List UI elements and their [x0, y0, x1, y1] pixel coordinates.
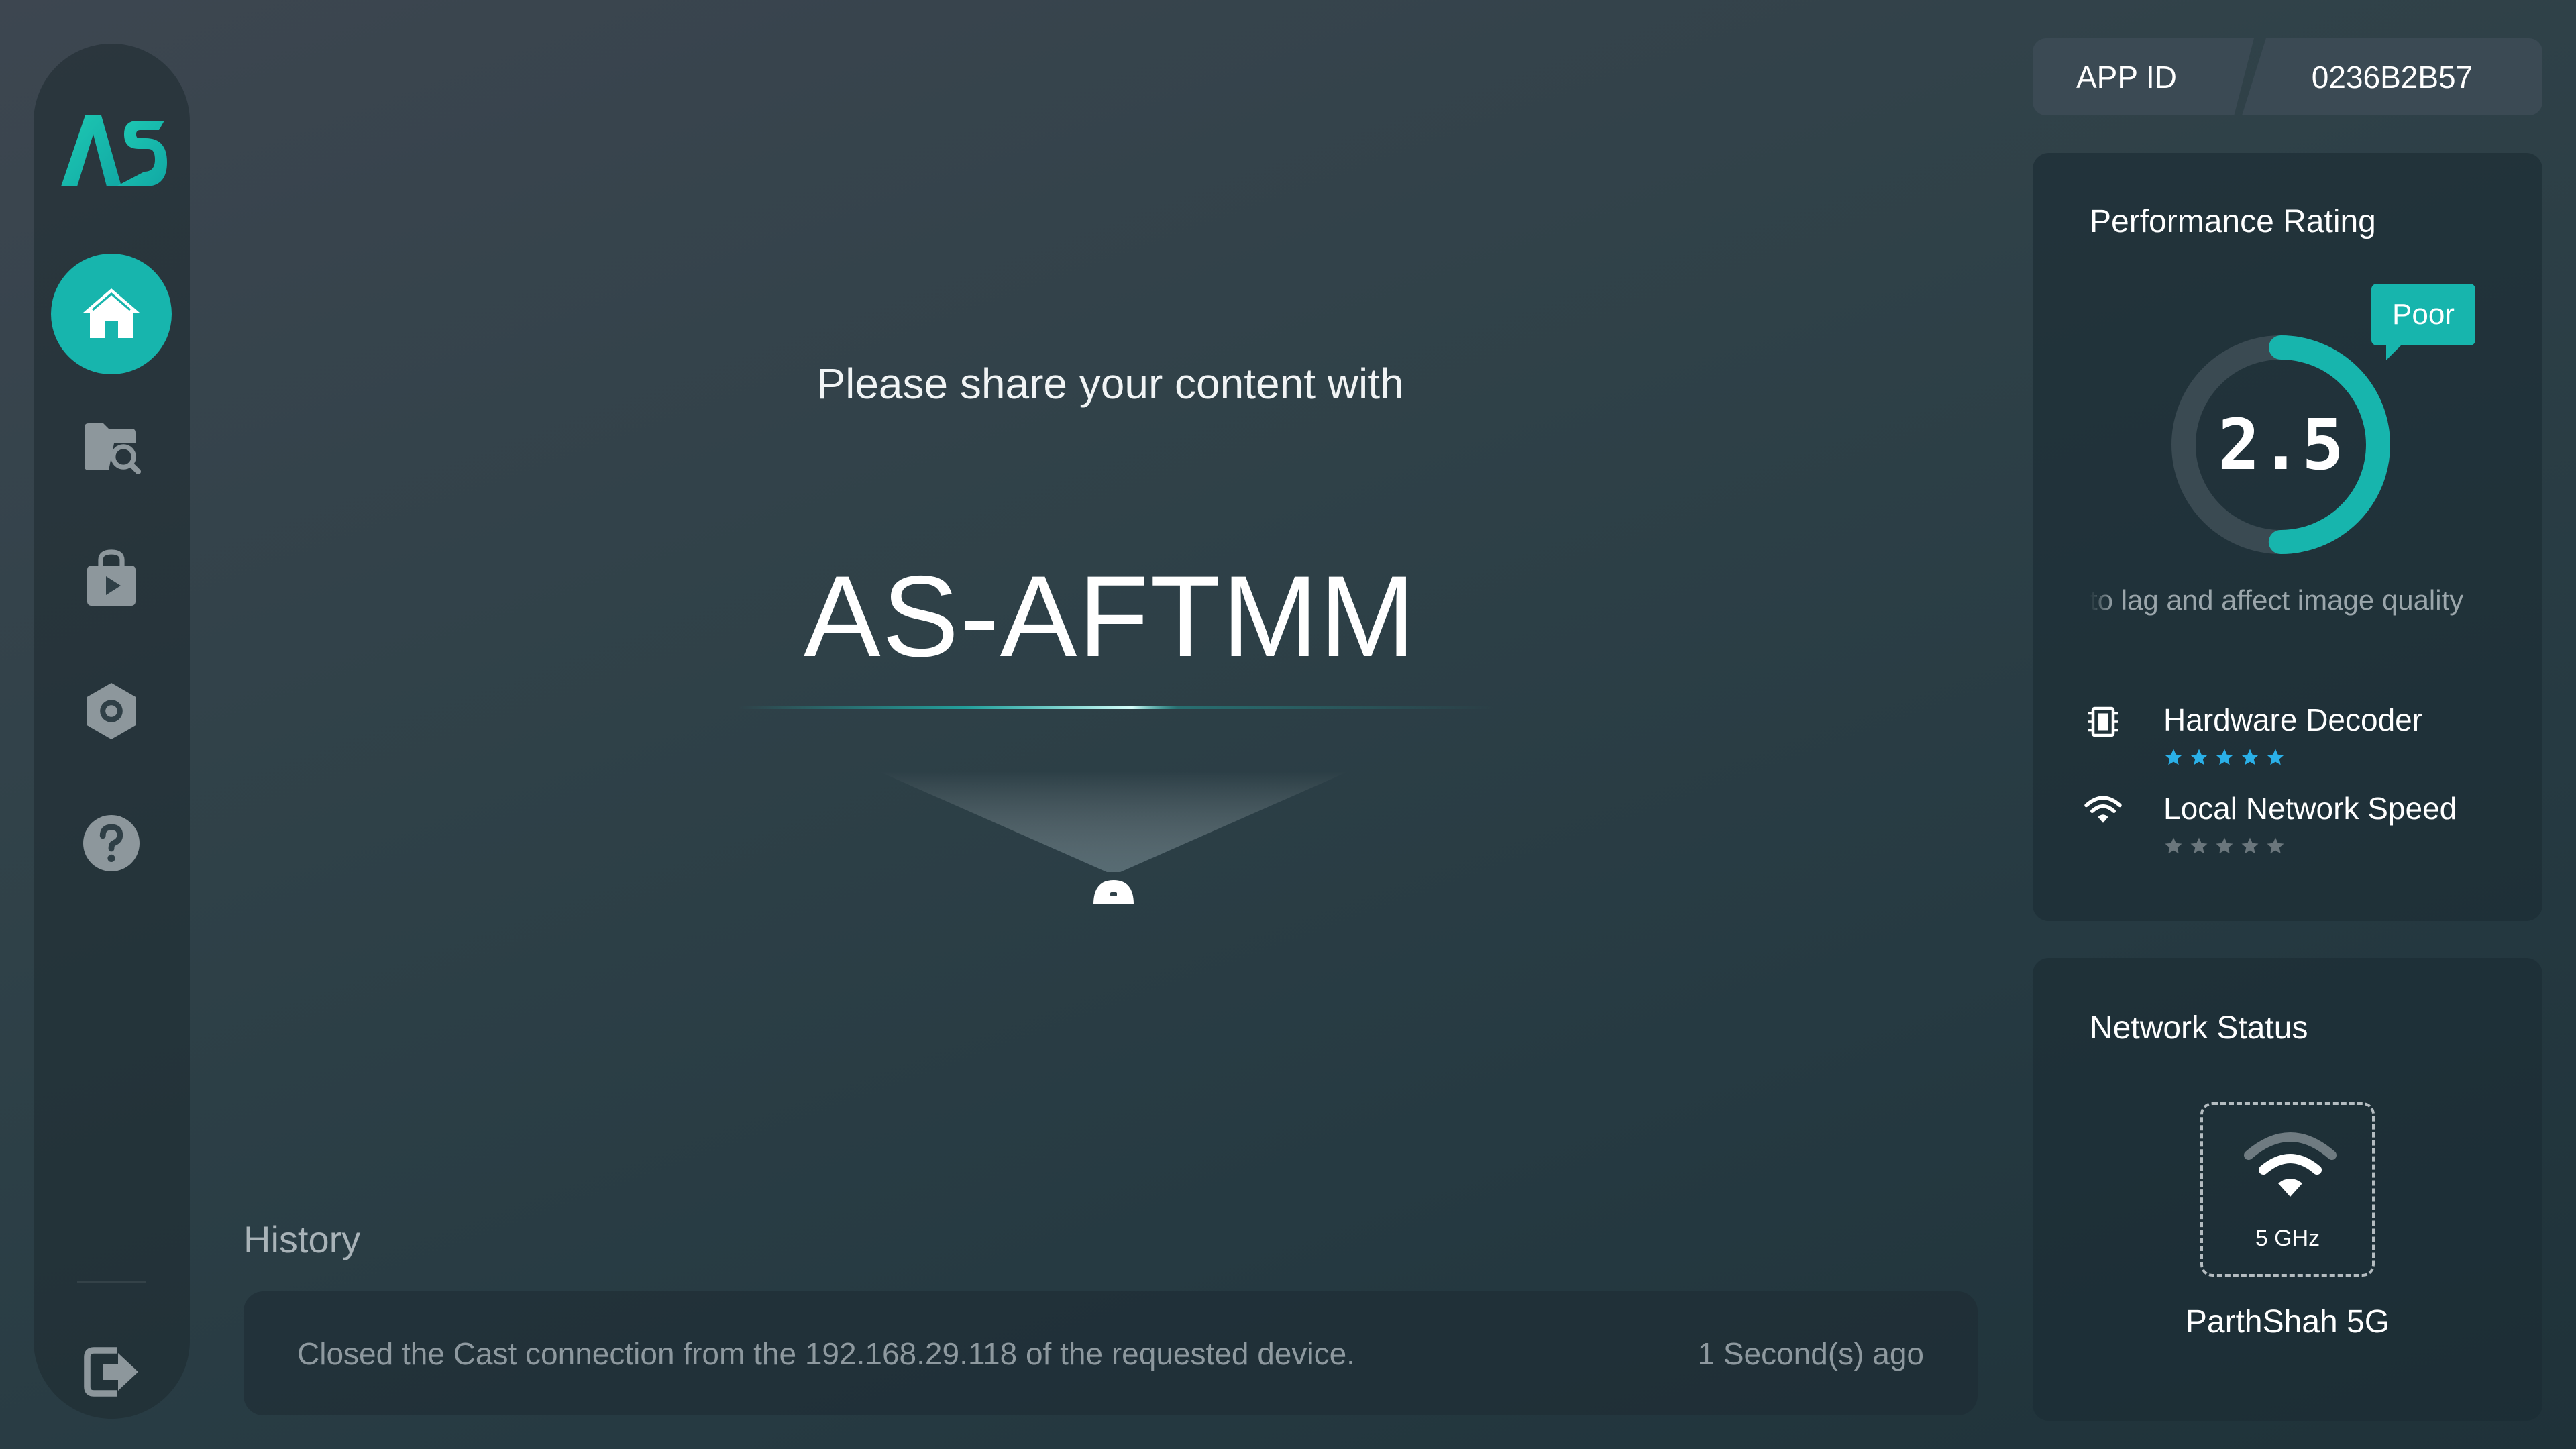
performance-panel: Performance Rating 2.5 Poor to lag and a…: [2033, 153, 2542, 921]
network-panel: Network Status 5 GHz ParthShah 5G: [2033, 958, 2542, 1421]
sidebar-divider: [77, 1281, 146, 1283]
star-icon: [2241, 749, 2259, 765]
metric-hardware-decoder: Hardware Decoder: [2083, 702, 2499, 782]
app-id-badge: APP ID 0236B2B57: [2033, 38, 2542, 115]
metric-stars: [2163, 836, 2286, 856]
app-id-label: APP ID: [2033, 38, 2254, 115]
network-ssid: ParthShah 5G: [2185, 1304, 2390, 1340]
history-title: History: [244, 1218, 361, 1260]
network-band: 5 GHz: [2255, 1226, 2320, 1251]
gear-icon: [87, 683, 136, 739]
performance-title: Performance Rating: [2090, 204, 2376, 239]
nav-home[interactable]: [51, 254, 172, 374]
network-title: Network Status: [2090, 1010, 2308, 1046]
star-icon: [2216, 749, 2233, 765]
star-icon: [2267, 837, 2284, 854]
star-icon: [2165, 837, 2182, 854]
performance-score: 2.5: [2218, 404, 2344, 486]
star-icon: [2267, 749, 2284, 765]
history-item[interactable]: Closed the Cast connection from the 192.…: [244, 1291, 1978, 1415]
wifi-icon: [2084, 796, 2122, 823]
chip-icon: [2088, 706, 2118, 737]
app-logo: [61, 115, 167, 186]
glow-line: [738, 706, 1496, 709]
history-message: Closed the Cast connection from the 192.…: [297, 1336, 1355, 1371]
nav-settings[interactable]: [51, 651, 172, 771]
folder-search-icon: [85, 423, 141, 474]
metric-label: Hardware Decoder: [2163, 702, 2423, 737]
nav-store[interactable]: [51, 519, 172, 639]
sidebar: [34, 44, 190, 1419]
share-prompt: Please share your content with: [816, 360, 1404, 408]
metric-label: Local Network Speed: [2163, 791, 2457, 826]
home-icon: [83, 288, 140, 338]
app-id-value: 0236B2B57: [2242, 38, 2542, 115]
nav-files[interactable]: [51, 386, 172, 506]
nav-exit[interactable]: [51, 1311, 172, 1432]
star-icon: [2190, 837, 2208, 854]
wifi-icon: [2244, 1132, 2337, 1197]
rating-badge: Poor: [2371, 284, 2475, 360]
performance-note: to lag and affect image quality: [2090, 584, 2464, 616]
star-icon: [2190, 749, 2208, 765]
star-icon: [2165, 749, 2182, 765]
exit-icon: [84, 1347, 138, 1397]
history-time: 1 Second(s) ago: [1697, 1336, 1924, 1371]
video-bag-icon: [87, 549, 136, 606]
nav-help[interactable]: [51, 783, 172, 904]
help-icon: [83, 815, 140, 871]
metric-network-speed: Local Network Speed: [2083, 790, 2499, 871]
network-band-box: 5 GHz: [2200, 1102, 2375, 1277]
star-icon: [2216, 837, 2233, 854]
device-name: AS-AFTMM: [803, 552, 1417, 681]
cast-beam: [879, 771, 1348, 904]
metric-stars: [2163, 747, 2286, 767]
star-icon: [2241, 837, 2259, 854]
